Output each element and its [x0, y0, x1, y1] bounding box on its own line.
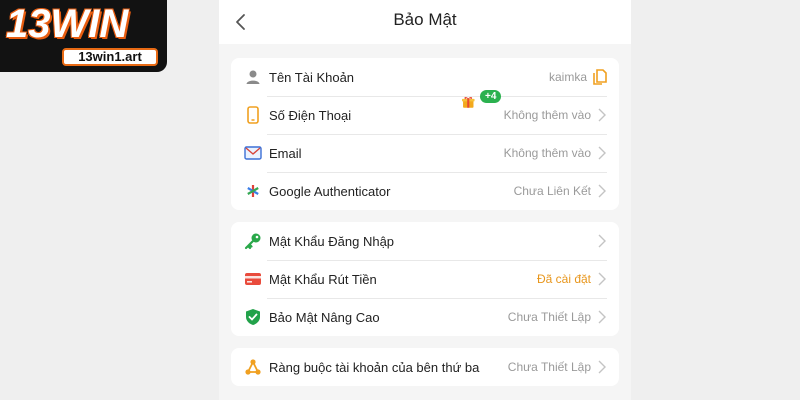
brand-logo: 13WIN 13win1.art: [0, 0, 167, 72]
row-label: Google Authenticator: [269, 183, 391, 199]
header: Bảo Mật: [219, 0, 631, 44]
password-card: Mật Khẩu Đăng Nhập Mật Khẩu Rút Tiền Đã …: [231, 222, 619, 336]
row-label: Mật Khẩu Rút Tiền: [269, 271, 377, 287]
row-phone-number[interactable]: Số Điện Thoại Không thêm vào: [231, 96, 619, 134]
google-authenticator-icon: [243, 181, 263, 201]
shield-check-icon: [243, 307, 263, 327]
row-value: kaimka: [548, 70, 587, 84]
account-info-card: Tên Tài Khoản kaimka Số Điện Thoại Không…: [231, 58, 619, 210]
logo-text: 13WIN: [6, 2, 129, 46]
row-login-password[interactable]: Mật Khẩu Đăng Nhập: [231, 222, 619, 260]
row-advanced-security[interactable]: Bảo Mật Nâng Cao Chưa Thiết Lập: [231, 298, 619, 336]
logo-url: 13win1.art: [62, 48, 158, 66]
link-nodes-icon: [243, 357, 263, 377]
row-label: Ràng buộc tài khoản của bên thứ ba: [269, 359, 480, 375]
chevron-right-icon: [598, 146, 606, 160]
row-account-name: Tên Tài Khoản kaimka: [231, 58, 619, 96]
chevron-right-icon: [598, 272, 606, 286]
chevron-right-icon: [598, 360, 606, 374]
email-icon: [243, 143, 263, 163]
security-screen: Bảo Mật Tên Tài Khoản kaimka Số Điện Tho…: [219, 0, 631, 400]
row-value: Đã cài đặt: [536, 272, 591, 286]
chevron-right-icon: [598, 108, 606, 122]
row-google-authenticator[interactable]: Google Authenticator Chưa Liên Kết: [231, 172, 619, 210]
row-value: Chưa Thiết Lập: [507, 360, 591, 374]
third-party-card: Ràng buộc tài khoản của bên thứ ba Chưa …: [231, 348, 619, 386]
chevron-right-icon: [598, 184, 606, 198]
chevron-right-icon: [598, 234, 606, 248]
gift-count-badge: +4: [480, 90, 502, 103]
row-label: Mật Khẩu Đăng Nhập: [269, 233, 395, 249]
row-email[interactable]: Email Không thêm vào: [231, 134, 619, 172]
row-value: Chưa Thiết Lập: [507, 310, 591, 324]
row-third-party-binding[interactable]: Ràng buộc tài khoản của bên thứ ba Chưa …: [231, 348, 619, 386]
row-value: Không thêm vào: [503, 146, 591, 160]
row-label: Tên Tài Khoản: [269, 69, 355, 85]
row-value: Không thêm vào: [503, 108, 591, 122]
user-icon: [243, 67, 263, 87]
chevron-right-icon: [598, 310, 606, 324]
row-label: Email: [269, 145, 302, 161]
row-value: Chưa Liên Kết: [513, 184, 591, 198]
row-withdraw-password[interactable]: Mật Khẩu Rút Tiền Đã cài đặt: [231, 260, 619, 298]
copy-icon[interactable]: [593, 69, 607, 85]
row-label: Bảo Mật Nâng Cao: [269, 309, 380, 325]
key-icon: [243, 231, 263, 251]
phone-icon: [243, 105, 263, 125]
credit-card-icon: [243, 269, 263, 289]
page-title: Bảo Mật: [393, 10, 457, 29]
